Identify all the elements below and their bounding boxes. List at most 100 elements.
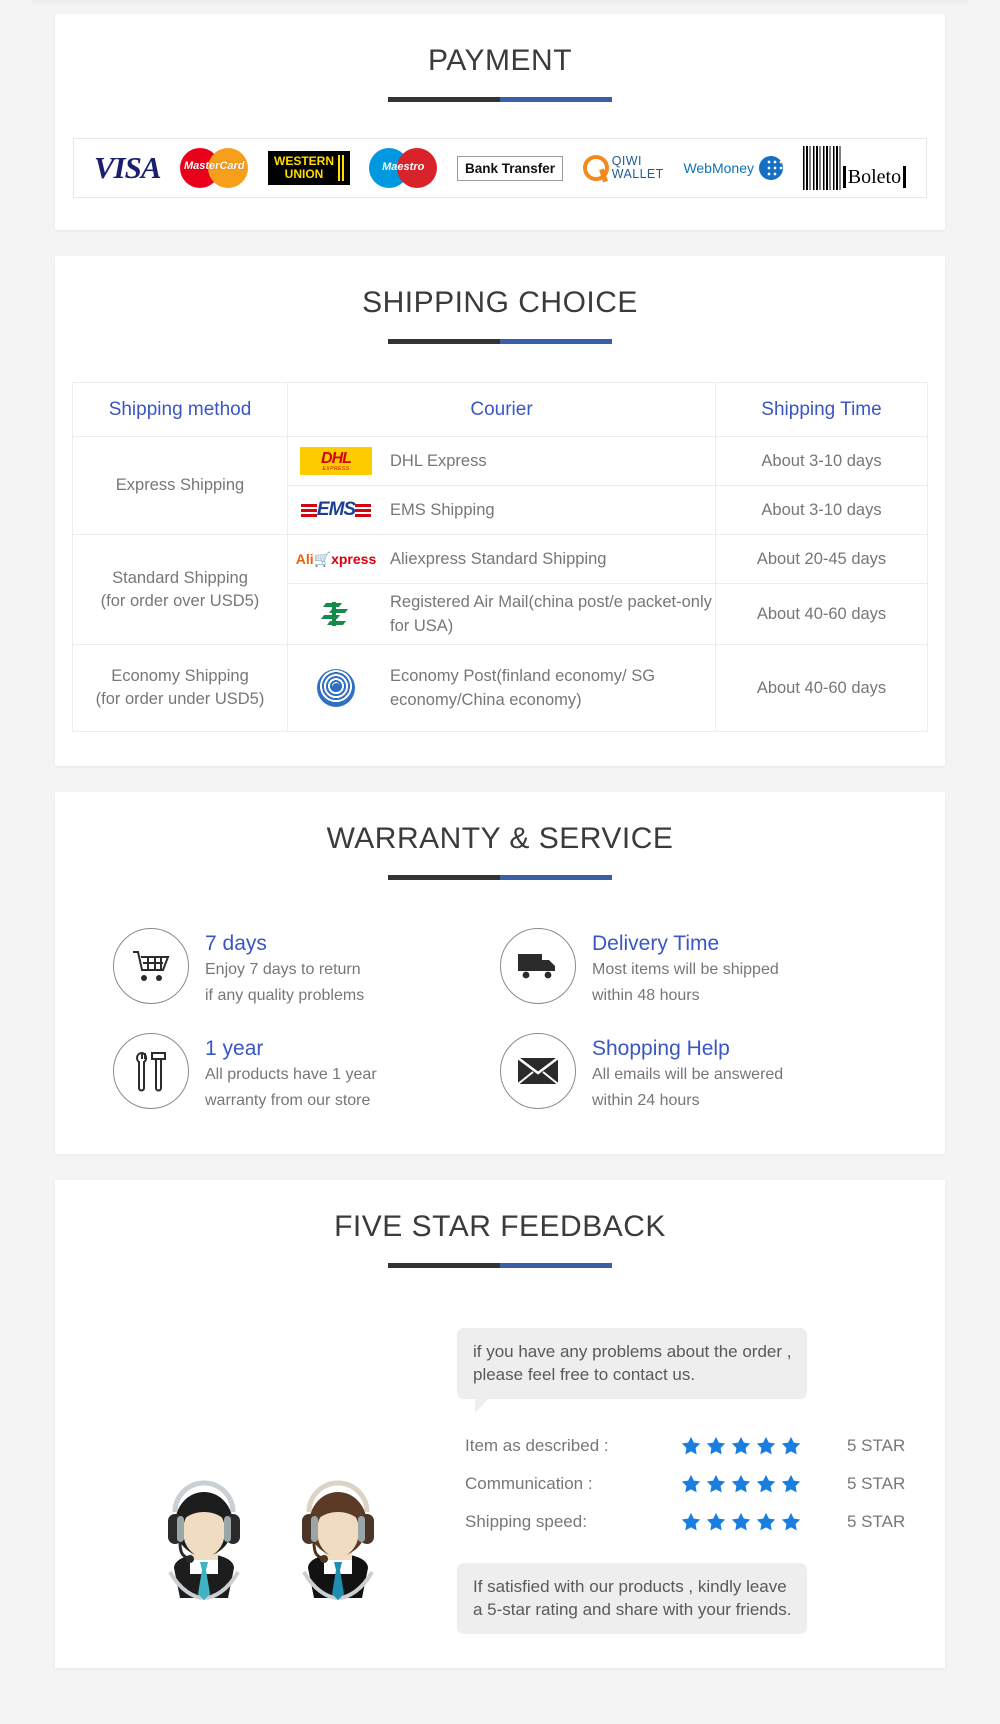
page-top-strip [0,0,1000,14]
rating-label: Shipping speed: [465,1512,587,1531]
rating-row-shipping-speed: Shipping speed: 5 STAR [465,1503,915,1541]
method-standard-line2: (for order over USD5) [100,591,260,610]
courier-aliexpress: Ali🛒xpress Aliexpress Standard Shipping [287,534,716,584]
shipping-title-rule [388,339,612,344]
warranty-heading: Shopping Help [592,1037,730,1060]
rating-value: 5 STAR [847,1436,906,1455]
china-post-logo [296,596,376,632]
qiwi-line2: WALLET [611,167,664,181]
warranty-title-rule [388,875,612,880]
un-post-logo [296,669,376,707]
agent-avatar-male [278,1476,398,1626]
rating-value: 5 STAR [847,1474,906,1493]
method-economy-line2: (for order under USD5) [95,690,265,708]
courier-name: Economy Post(finland economy/ SG economy… [390,667,656,709]
shopping-cart-icon [113,928,189,1004]
warranty-line2: within 24 hours [592,1092,700,1109]
table-row: Economy Shipping (for order under USD5) … [72,644,928,732]
warranty-heading: Delivery Time [592,932,720,955]
boleto-label: Boleto [842,166,907,188]
feedback-bubble-top: if you have any problems about the order… [457,1328,808,1413]
payment-section: PAYMENT VISA MasterCard WESTERN UNION Ma… [55,14,945,230]
warranty-line1: All emails will be answered [592,1066,784,1083]
warranty-line2: warranty from our store [205,1092,371,1109]
shipping-table: Shipping method Courier Shipping Time Ex… [72,382,928,732]
courier-ems: EMS EMS Shipping [287,485,716,535]
header-shipping-method: Shipping method [72,382,288,437]
bubble-top-line2: please feel free to contact us. [473,1365,696,1384]
maestro-label: Maestro [382,161,425,173]
envelope-icon [500,1033,576,1109]
rating-label: Communication : [465,1474,593,1493]
bubble-top-line1: if you have any problems about the order… [473,1342,792,1361]
bank-transfer-label: Bank Transfer [456,155,564,181]
rating-row-item-as-described: Item as described : 5 STAR [465,1427,915,1465]
rating-label: Item as described : [465,1436,609,1455]
courier-name: DHL Express [390,452,487,470]
webmoney-logo: WebMoney [683,145,783,191]
time-china-post: About 40-60 days [715,583,928,645]
support-agents-illustration [85,1318,457,1634]
maestro-logo: Maestro [369,145,438,191]
payment-title-rule [388,97,612,102]
feedback-title-rule [388,1263,612,1268]
rating-row-communication: Communication : 5 STAR [465,1465,915,1503]
table-row: Standard Shipping (for order over USD5) … [72,534,928,645]
method-economy: Economy Shipping (for order under USD5) [72,644,288,732]
courier-china-post: Registered Air Mail(china post/e packet-… [287,583,716,645]
star-rating-icons [680,1435,815,1457]
agent-avatar-female [144,1476,264,1626]
warranty-line2: within 48 hours [592,987,700,1004]
boleto-logo: Boleto [802,145,907,191]
shipping-title: SHIPPING CHOICE [362,286,638,319]
time-dhl: About 3-10 days [715,436,928,486]
header-shipping-time: Shipping Time [715,382,928,437]
warranty-grid: 7 days Enjoy 7 days to return if any qua… [113,928,887,1114]
feedback-bubble-bottom: If satisfied with our products , kindly … [457,1563,808,1634]
courier-un-post: Economy Post(finland economy/ SG economy… [287,644,716,732]
star-rating-icons [680,1511,815,1533]
visa-label: VISA [93,150,162,185]
warranty-title: WARRANTY & SERVICE [326,822,674,855]
header-courier: Courier [287,382,716,437]
time-aliexpress: About 20-45 days [715,534,928,584]
method-economy-line1: Economy Shipping [111,667,249,685]
wrench-hammer-icon [113,1033,189,1109]
method-express: Express Shipping [72,436,288,535]
warranty-item-7-days: 7 days Enjoy 7 days to return if any qua… [113,928,500,1009]
time-un-post: About 40-60 days [715,644,928,732]
warranty-heading: 7 days [205,932,267,955]
courier-dhl: DHL EXPRESS DHL Express [287,436,716,486]
warranty-line1: Enjoy 7 days to return [205,961,361,978]
qiwi-q-icon [582,155,609,181]
feedback-title: FIVE STAR FEEDBACK [334,1210,666,1243]
dhl-logo: DHL EXPRESS [296,447,376,475]
warranty-line2: if any quality problems [205,987,365,1004]
warranty-item-shopping-help: Shopping Help All emails will be answere… [500,1033,887,1114]
table-header-row: Shipping method Courier Shipping Time [72,382,928,437]
courier-name: Aliexpress Standard Shipping [390,550,607,568]
method-standard-line1: Standard Shipping [112,568,248,587]
courier-name: Registered Air Mail(china post/e packet-… [390,593,712,635]
visa-logo: VISA [93,145,162,191]
feedback-section: FIVE STAR FEEDBACK if you have any probl… [55,1180,945,1668]
warranty-item-1-year: 1 year All products have 1 year warranty… [113,1033,500,1114]
warranty-line1: All products have 1 year [205,1066,377,1083]
western-union-line2: UNION [284,167,324,181]
shipping-section: SHIPPING CHOICE Shipping method Courier … [55,256,945,766]
bubble-bottom-line2: a 5-star rating and share with your frie… [473,1600,792,1619]
star-rating-icons [680,1473,815,1495]
webmoney-globe-icon [759,156,783,180]
delivery-truck-icon [500,928,576,1004]
payment-title: PAYMENT [427,44,573,77]
courier-name: EMS Shipping [390,501,495,519]
warranty-item-delivery-time: Delivery Time Most items will be shipped… [500,928,887,1009]
table-row: Express Shipping DHL EXPRESS DHL Express … [72,436,928,535]
bank-transfer-logo: Bank Transfer [456,145,564,191]
western-union-logo: WESTERN UNION [268,145,350,191]
warranty-line1: Most items will be shipped [592,961,779,978]
ratings-list: Item as described : 5 STAR Communication… [465,1427,915,1541]
mastercard-label: MasterCard [184,160,245,172]
payment-methods-strip: VISA MasterCard WESTERN UNION Maestro Ba… [73,138,927,198]
bubble-bottom-line1: If satisfied with our products , kindly … [473,1577,787,1596]
